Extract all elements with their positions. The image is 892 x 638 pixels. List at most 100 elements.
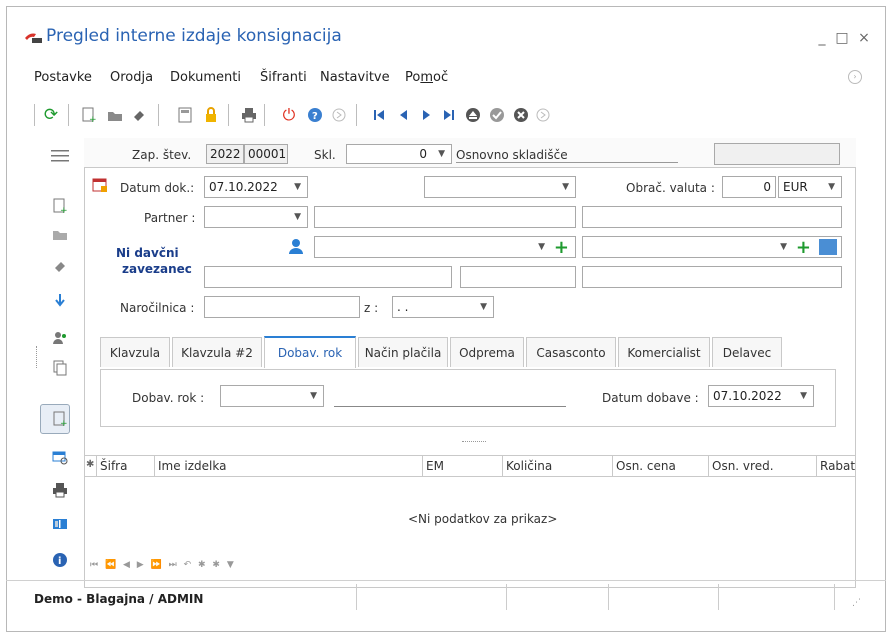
col-kolicina[interactable]: Količina <box>502 455 612 477</box>
header-readonly-field <box>714 143 840 165</box>
col-em[interactable]: EM <box>422 455 502 477</box>
forward-circle-icon[interactable] <box>330 106 348 124</box>
tab-delavec[interactable]: Delavec <box>712 337 782 367</box>
info-icon[interactable]: i <box>50 550 70 570</box>
print-icon[interactable] <box>50 480 70 500</box>
minimize-button[interactable]: _ <box>814 30 830 46</box>
tab-casasconto[interactable]: Casasconto <box>526 337 616 367</box>
contact-person-icon[interactable] <box>288 238 304 254</box>
z-date-field[interactable]: . . ▼ <box>392 296 494 318</box>
obrac-label: Obrač. valuta : <box>626 181 715 195</box>
eject-icon[interactable] <box>464 106 482 124</box>
tab-nacin-placila[interactable]: Način plačila <box>358 337 448 367</box>
status-separator <box>608 584 609 610</box>
first-record-icon[interactable] <box>370 106 388 124</box>
new-document-icon[interactable]: + <box>80 106 98 124</box>
maximize-button[interactable]: □ <box>834 30 850 46</box>
copy-icon[interactable] <box>50 358 70 378</box>
tab-klavzula[interactable]: Klavzula <box>100 337 170 367</box>
refresh-icon[interactable]: ⟳ <box>42 105 60 125</box>
splitter-grip[interactable] <box>462 441 486 443</box>
forward-circle-icon[interactable] <box>534 106 552 124</box>
toolbar-separator <box>356 104 357 126</box>
add-contact-icon[interactable]: + <box>554 237 569 257</box>
grid-empty-message: <Ni podatkov za prikaz> <box>408 512 558 526</box>
svg-text:+: + <box>60 206 67 214</box>
eraser-icon[interactable] <box>50 256 70 276</box>
svg-text:i: i <box>58 556 61 567</box>
menu-sifranti[interactable]: Šifranti <box>260 70 307 85</box>
calendar-icon[interactable] <box>92 177 108 193</box>
partner-select[interactable]: ▼ <box>204 206 308 228</box>
columns-icon[interactable] <box>50 514 70 534</box>
tab-klavzula-2[interactable]: Klavzula #2 <box>172 337 262 367</box>
users-icon[interactable] <box>50 328 70 348</box>
toolbar-separator <box>158 104 159 126</box>
hamburger-menu-icon[interactable] <box>50 146 70 166</box>
skl-select[interactable]: 0 ▼ <box>346 144 452 164</box>
toolbar-separator <box>264 104 265 126</box>
col-ime-izdelka[interactable]: Ime izdelka <box>154 455 422 477</box>
calculator-icon[interactable] <box>176 106 194 124</box>
menu-pomoc[interactable]: Pomoč <box>405 70 448 85</box>
menu-options-icon[interactable]: › <box>848 70 862 84</box>
obrac-value-field[interactable]: 0 <box>722 176 776 198</box>
map-add-icon[interactable] <box>819 239 837 255</box>
tab-komercialist[interactable]: Komercialist <box>618 337 710 367</box>
new-item-icon[interactable]: + <box>50 409 70 429</box>
menu-dokumenti[interactable]: Dokumenti <box>170 70 241 85</box>
folder-icon[interactable] <box>106 106 124 124</box>
help-icon[interactable]: ? <box>306 106 324 124</box>
city-field[interactable] <box>582 266 842 288</box>
arrow-down-icon[interactable] <box>50 290 70 310</box>
z-label: z : <box>364 301 379 315</box>
next-record-icon[interactable] <box>418 106 436 124</box>
narocilnica-field[interactable] <box>204 296 360 318</box>
document-type-select[interactable]: ▼ <box>424 176 576 198</box>
dobav-rok-label: Dobav. rok : <box>132 391 205 405</box>
status-text: Demo - Blagajna / ADMIN <box>34 592 204 606</box>
status-separator <box>356 584 357 610</box>
folder-icon[interactable] <box>50 224 70 244</box>
menu-orodja[interactable]: Orodja <box>110 70 153 85</box>
col-sifra[interactable]: Šifra <box>96 455 154 477</box>
partner-extra-field[interactable] <box>582 206 842 228</box>
col-osn-cena[interactable]: Osn. cena <box>612 455 708 477</box>
toolbar-grip <box>34 104 35 126</box>
resize-grip-icon[interactable]: ⋰ <box>852 598 861 608</box>
col-osn-vred[interactable]: Osn. vred. <box>708 455 816 477</box>
tab-odprema[interactable]: Odprema <box>450 337 524 367</box>
menu-postavke[interactable]: Postavke <box>34 70 92 85</box>
address-field[interactable] <box>204 266 452 288</box>
eraser-icon[interactable] <box>130 106 148 124</box>
contact-select[interactable]: ▼ + <box>314 236 576 258</box>
datum-dobave-field[interactable]: 07.10.2022 ▼ <box>708 385 814 407</box>
datum-field[interactable]: 07.10.2022 ▼ <box>204 176 308 198</box>
delivery-select[interactable]: ▼ + <box>582 236 842 258</box>
partner-name-field[interactable] <box>314 206 576 228</box>
confirm-icon[interactable] <box>488 106 506 124</box>
postal-field[interactable] <box>460 266 576 288</box>
zap-year-field[interactable]: 2022 <box>206 144 244 164</box>
zap-number-field[interactable]: 00001 <box>244 144 288 164</box>
dobav-rok-select[interactable]: ▼ <box>220 385 324 407</box>
svg-text:?: ? <box>312 111 318 122</box>
menu-nastavitve[interactable]: Nastavitve <box>320 70 390 85</box>
close-button[interactable]: × <box>856 30 872 46</box>
print-icon[interactable] <box>240 106 258 124</box>
grid-navigator[interactable]: ⏮ ⏪ ◀ ▶ ⏩ ⏭ ↶ ✱ ✱ ▼ <box>90 560 236 570</box>
table-search-icon[interactable] <box>50 448 70 468</box>
new-document-icon[interactable]: + <box>50 196 70 216</box>
lock-icon[interactable] <box>202 106 220 124</box>
last-record-icon[interactable] <box>440 106 458 124</box>
currency-select[interactable]: EUR ▼ <box>778 176 842 198</box>
power-icon[interactable]: ⏻ <box>280 105 298 124</box>
tax-status-line1: Ni davčni <box>116 246 179 260</box>
toolbar-separator <box>228 104 229 126</box>
cancel-icon[interactable] <box>512 106 530 124</box>
status-separator <box>834 584 835 610</box>
add-delivery-icon[interactable]: + <box>796 237 811 257</box>
previous-record-icon[interactable] <box>394 106 412 124</box>
col-rabat[interactable]: Rabat <box>816 455 856 477</box>
tab-dobav-rok[interactable]: Dobav. rok <box>264 336 356 368</box>
